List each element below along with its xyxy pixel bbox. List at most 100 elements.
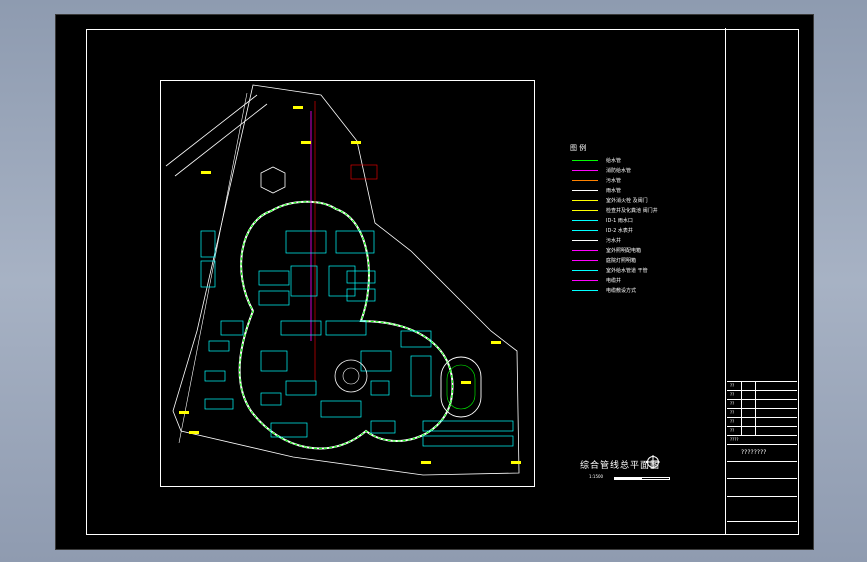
legend-item: 雨水管 [570, 187, 710, 196]
hexagon-building [260, 166, 286, 194]
site-plan-drawing [165, 84, 521, 476]
legend-item: 电缆井 [570, 277, 710, 286]
site-plan-box [160, 80, 535, 487]
plaza-circle-inner [342, 367, 360, 385]
building [370, 420, 396, 434]
title-block-cell: ?? [730, 428, 735, 433]
legend-label: ID-1 雨水口 [606, 218, 633, 224]
title-block: ???????????????????????? [727, 381, 797, 535]
legend-label: ID-2 水表井 [606, 228, 633, 234]
building [220, 320, 244, 336]
legend-swatch [572, 290, 598, 291]
legend-item: 给水管 [570, 157, 710, 166]
building [285, 230, 327, 254]
plaza-circle [334, 359, 368, 393]
legend-label: 室外消火栓 及阀门 [606, 198, 648, 204]
annotation-mark [189, 431, 199, 434]
legend-item: 室外给水管道 干管 [570, 267, 710, 276]
annotation-mark [201, 171, 211, 174]
legend-swatch [572, 280, 598, 281]
legend-label: 污水管 [606, 178, 622, 184]
legend-label: 电缆井 [606, 278, 622, 284]
scale-bar [614, 477, 670, 480]
legend-swatch [572, 190, 598, 191]
title-block-divider [755, 381, 756, 435]
building [260, 350, 288, 372]
legend-item: 污水管 [570, 177, 710, 186]
legend-label: 消防给水管 [606, 168, 632, 174]
building [200, 230, 216, 258]
project-name: ???????? [741, 449, 767, 456]
legend-swatch [572, 180, 598, 181]
building [328, 265, 356, 297]
building [370, 380, 390, 396]
legend-item: 污水井 [570, 237, 710, 246]
legend-item: ID-2 水表井 [570, 227, 710, 236]
legend-title: 图 例 [570, 144, 587, 152]
legend-swatch [572, 250, 598, 251]
building [335, 230, 375, 254]
legend-item: 消防给水管 [570, 167, 710, 176]
building [208, 340, 230, 352]
building [410, 355, 432, 397]
highway-line [165, 94, 258, 167]
building [204, 370, 226, 382]
title-block-cell: ???? [730, 437, 739, 442]
title-block-line [727, 521, 797, 522]
legend-item: 庭院灯照明箱 [570, 257, 710, 266]
annotation-mark [421, 461, 431, 464]
legend-label: 污水井 [606, 238, 622, 244]
legend-swatch [572, 210, 598, 211]
title-block-cell: ?? [730, 383, 735, 388]
legend: 图 例 给水管消防给水管污水管雨水管室外消火栓 及阀门检查井及化粪池 阀门井 ID… [570, 143, 710, 303]
legend-swatch [572, 160, 598, 161]
legend-label: 室外给水管道 干管 [606, 268, 648, 274]
legend-swatch [572, 270, 598, 271]
legend-item: 检查井及化粪池 阀门井 [570, 207, 710, 216]
legend-item: 室外照明配电箱 [570, 247, 710, 256]
north-arrow-icon [646, 455, 660, 469]
cad-viewport[interactable]: 图 例 给水管消防给水管污水管雨水管室外消火栓 及阀门检查井及化粪池 阀门井 ID… [55, 14, 814, 550]
building [258, 270, 290, 286]
building [285, 380, 317, 396]
legend-swatch [572, 240, 598, 241]
title-block-line [727, 444, 797, 445]
annotation-mark [293, 106, 303, 109]
building [325, 320, 367, 336]
building [260, 392, 282, 406]
building [346, 270, 376, 284]
highway-line [174, 103, 268, 177]
building [360, 350, 392, 372]
annotation-mark [301, 141, 311, 144]
legend-label: 检查井及化粪池 阀门井 [606, 208, 658, 214]
legend-label: 雨水管 [606, 188, 622, 194]
title-block-divider [741, 381, 742, 435]
building [422, 435, 514, 447]
legend-swatch [572, 170, 598, 171]
annotation-mark [491, 341, 501, 344]
legend-item: ID-1 雨水口 [570, 217, 710, 226]
title-block-cell: ?? [730, 410, 735, 415]
building [290, 265, 318, 297]
title-block-cell: ?? [730, 392, 735, 397]
ring-road [238, 200, 454, 450]
title-block-line [727, 478, 797, 479]
building [320, 400, 362, 418]
scale-label: 1:1500 [589, 474, 604, 479]
title-block-line [727, 461, 797, 462]
annotation-mark [179, 411, 189, 414]
legend-swatch [572, 260, 598, 261]
legend-label: 室外照明配电箱 [606, 248, 642, 254]
title-block-cell: ?? [730, 419, 735, 424]
title-block-cell: ?? [730, 401, 735, 406]
title-block-line [727, 496, 797, 497]
water-main [239, 201, 453, 449]
legend-label: 庭院灯照明箱 [606, 258, 637, 264]
annotation-mark [461, 381, 471, 384]
building [204, 398, 234, 410]
legend-label: 给水管 [606, 158, 622, 164]
annotation-mark [351, 141, 361, 144]
legend-swatch [572, 200, 598, 201]
legend-item: 电缆敷设方式 [570, 287, 710, 296]
legend-swatch [572, 230, 598, 231]
